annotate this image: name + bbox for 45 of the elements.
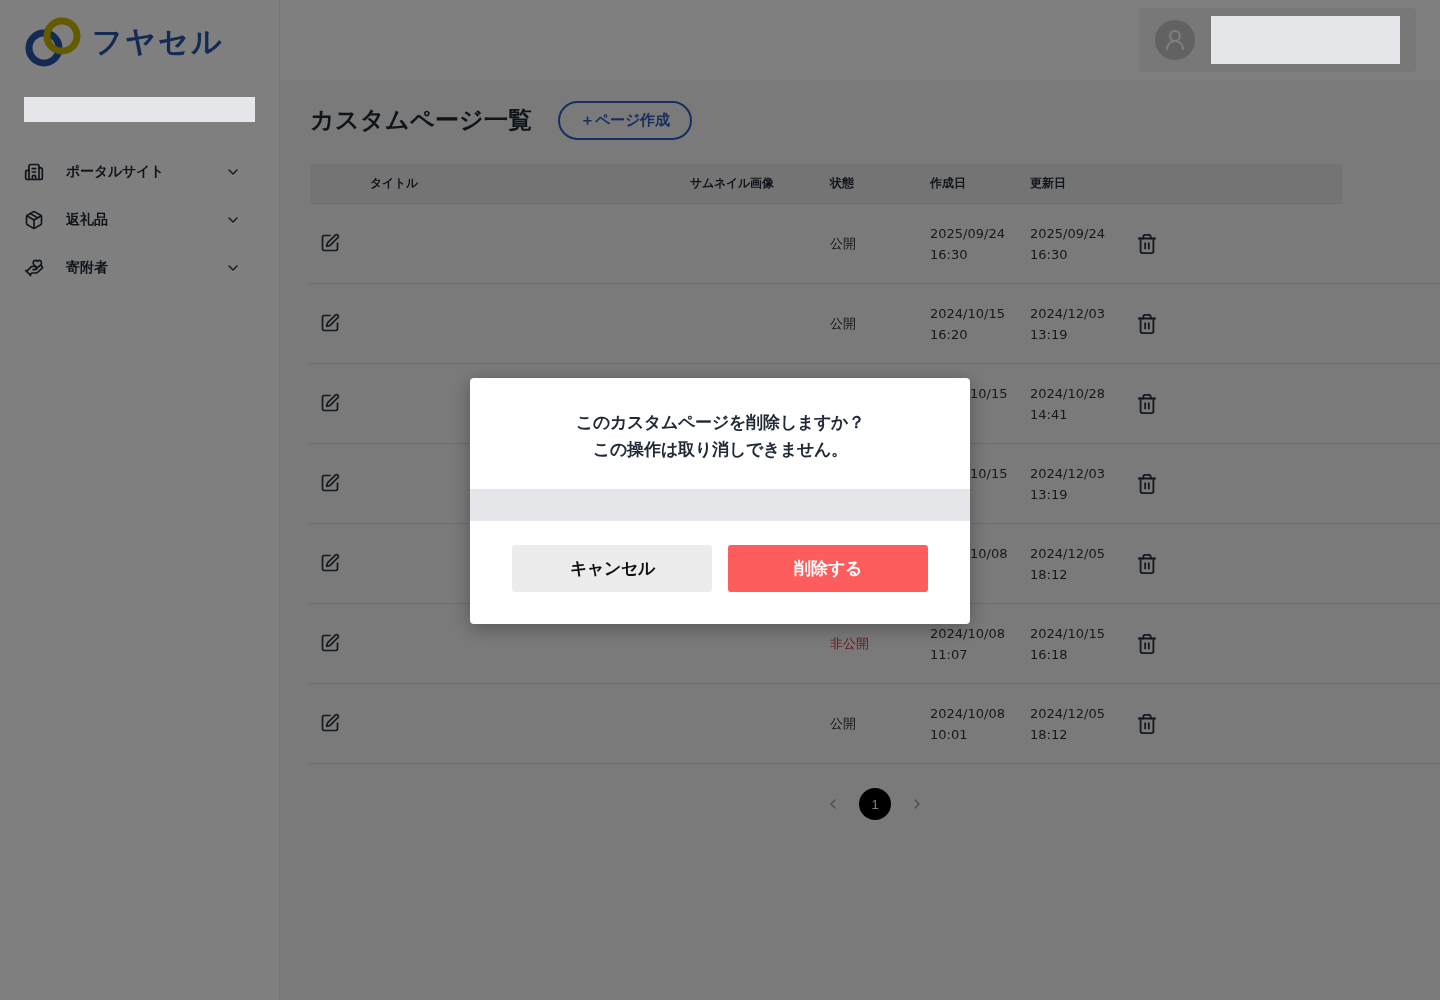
delete-icon[interactable] (1136, 712, 1158, 735)
sidebar-item[interactable]: ポータルサイト (66, 163, 203, 181)
page-title: カスタムページ一覧 (310, 105, 532, 136)
created-date-cell-text: 2025/09/24 16:30 (930, 224, 1006, 264)
created-date-cell-text: 2024/10/08 10:01 (930, 704, 1006, 744)
delete-button[interactable]: 削除する (728, 545, 928, 592)
delete-icon[interactable] (1136, 312, 1158, 335)
column-header: 作成日 (930, 175, 967, 192)
updated-date-cell-text: 2024/12/05 18:12 (1030, 544, 1106, 584)
status-cell-text: 公開 (830, 715, 857, 733)
created-date-cell-text: 2024/10/15 16:20 (930, 304, 1006, 344)
create-page-button[interactable]: ＋ページ作成 (558, 100, 692, 140)
column-header: タイトル (370, 175, 419, 192)
page-button[interactable]: 1 (859, 788, 891, 820)
cancel-button[interactable]: キャンセル (512, 545, 712, 592)
created-date-cell-text: 2024/10/08 11:07 (930, 624, 1006, 664)
hand-icon (24, 258, 44, 278)
delete-icon[interactable] (1136, 472, 1158, 495)
created-date-cell-text: 10/15 (969, 464, 1009, 483)
avatar-icon (1155, 20, 1195, 60)
dialog-message: このカスタムページを削除しますか？ この操作は取り消しできません。 (574, 411, 866, 461)
updated-date-cell-text: 2025/09/24 16:30 (1030, 224, 1106, 264)
logo-text: フヤセル (92, 22, 224, 61)
status-cell-text: 公開 (830, 315, 857, 333)
status-cell-text: 非公開 (830, 635, 870, 653)
delete-icon[interactable] (1136, 392, 1158, 415)
status-cell-text: 公開 (830, 235, 857, 253)
updated-date-cell-text: 2024/10/28 14:41 (1030, 384, 1106, 424)
column-header: 状態 (830, 175, 855, 192)
updated-date-cell-text: 2024/12/03 13:19 (1030, 464, 1106, 504)
created-date-cell-text: 10/15 (969, 384, 1009, 403)
delete-icon[interactable] (1136, 552, 1158, 575)
updated-date-cell-text: 2024/10/15 16:18 (1030, 624, 1106, 664)
delete-icon[interactable] (1136, 632, 1158, 655)
sidebar-item[interactable]: 返礼品 (66, 211, 203, 229)
building-icon (24, 162, 44, 182)
sidebar-item[interactable]: 寄附者 (66, 259, 203, 277)
box-icon (24, 210, 44, 230)
user-card[interactable] (1139, 8, 1416, 72)
column-header: 更新日 (1030, 175, 1067, 192)
column-header: サムネイル画像 (689, 175, 775, 192)
created-date-cell-text: 10/08 (969, 544, 1009, 563)
delete-icon[interactable] (1136, 232, 1158, 255)
updated-date-cell-text: 2024/12/03 13:19 (1030, 304, 1106, 344)
updated-date-cell-text: 2024/12/05 18:12 (1030, 704, 1106, 744)
